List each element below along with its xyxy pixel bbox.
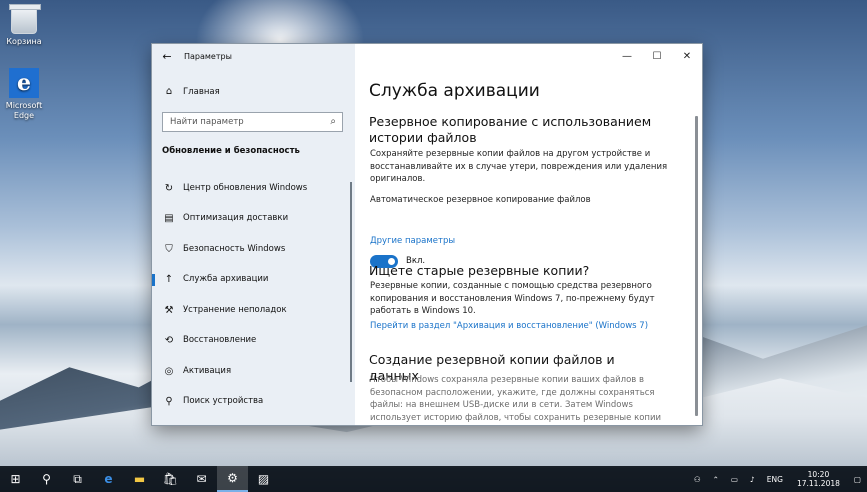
start-button[interactable]: ⊞ xyxy=(0,466,31,492)
network-icon[interactable]: ▭ xyxy=(725,475,744,484)
taskbar-edge[interactable]: e xyxy=(93,466,124,492)
store-icon: 🛍 xyxy=(162,472,179,486)
edge-icon: e xyxy=(104,472,113,486)
sync-icon: ↻ xyxy=(164,182,174,194)
close-button[interactable]: ✕ xyxy=(672,44,702,68)
more-options-link[interactable]: Другие параметры xyxy=(370,236,455,246)
notifications-icon[interactable]: ▢ xyxy=(848,475,867,484)
taskbar-settings[interactable]: ⚙ xyxy=(217,466,248,492)
search-icon: ⌕ xyxy=(330,116,336,127)
taskbar-store[interactable]: 🛍 xyxy=(155,466,186,492)
sidebar-item-backup[interactable]: ↑ Служба архивации xyxy=(152,265,355,293)
section-text-file-history: Сохраняйте резервные копии файлов на дру… xyxy=(370,149,668,184)
sidebar-item-label: Устранение неполадок xyxy=(183,305,287,315)
task-view-icon: ⧉ xyxy=(73,471,82,486)
sidebar-item-label: Активация xyxy=(183,366,232,376)
windows-start-icon: ⊞ xyxy=(10,472,21,486)
activation-icon: ◎ xyxy=(164,365,174,377)
sidebar-item-recovery[interactable]: ⟲ Восстановление xyxy=(152,326,355,354)
sidebar-item-troubleshoot[interactable]: ⚒ Устранение неполадок xyxy=(152,296,355,324)
taskbar-mail[interactable]: ✉ xyxy=(186,466,217,492)
section-text-old-backups: Резервные копии, созданные с помощью сре… xyxy=(370,281,655,316)
taskbar-photos[interactable]: ▨ xyxy=(248,466,279,492)
caption-buttons: — ☐ ✕ xyxy=(612,44,702,68)
search-placeholder: Найти параметр xyxy=(170,117,244,127)
settings-window: ← Параметры ⌂ Главная Найти параметр ⌕ О… xyxy=(152,44,702,425)
title-bar[interactable]: ← Параметры xyxy=(152,44,355,68)
volume-icon[interactable]: ♪ xyxy=(744,475,761,484)
main-scrollbar[interactable] xyxy=(695,116,698,416)
minimize-icon: — xyxy=(622,50,632,62)
desktop-icon-recycle-bin[interactable]: Корзина xyxy=(1,4,47,47)
task-view-button[interactable]: ⧉ xyxy=(62,466,93,492)
file-explorer-icon: ▬ xyxy=(133,472,146,486)
sidebar-item-label: Оптимизация доставки xyxy=(183,213,289,223)
edge-icon: e xyxy=(9,68,39,98)
taskbar-search-button[interactable]: ⚲ xyxy=(31,466,62,492)
sidebar: ← Параметры ⌂ Главная Найти параметр ⌕ О… xyxy=(152,44,355,425)
search-icon: ⚲ xyxy=(42,472,51,486)
recovery-icon: ⟲ xyxy=(164,334,174,346)
clock-date: 17.11.2018 xyxy=(796,479,840,488)
sidebar-item-activation[interactable]: ◎ Активация xyxy=(152,357,355,385)
sidebar-item-label: Центр обновления Windows xyxy=(183,183,308,193)
system-tray: ⚇ ⌃ ▭ ♪ ENG 10:20 17.11.2018 ▢ xyxy=(688,466,867,492)
nav-home[interactable]: ⌂ Главная xyxy=(162,86,220,97)
desktop-icon-label: Microsoft Edge xyxy=(5,101,43,120)
taskbar: ⊞ ⚲ ⧉ e ▬ 🛍 ✉ ⚙ ▨ ⚇ ⌃ ▭ ♪ ENG 10:20 17.1… xyxy=(0,466,867,492)
sidebar-item-label: Служба архивации xyxy=(183,274,269,284)
minimize-button[interactable]: — xyxy=(612,44,642,68)
photos-icon: ▨ xyxy=(257,472,270,486)
recycle-bin-icon xyxy=(9,4,41,34)
desktop-icon-edge[interactable]: e Microsoft Edge xyxy=(1,68,47,121)
wrench-icon: ⚒ xyxy=(164,304,174,316)
backup-icon: ↑ xyxy=(164,273,174,285)
sidebar-scrollbar[interactable] xyxy=(350,182,352,382)
back-button[interactable]: ← xyxy=(152,44,182,68)
sidebar-item-windows-update[interactable]: ↻ Центр обновления Windows xyxy=(152,174,355,202)
search-input[interactable]: Найти параметр ⌕ xyxy=(162,112,343,132)
maximize-button[interactable]: ☐ xyxy=(642,44,672,68)
taskbar-file-explorer[interactable]: ▬ xyxy=(124,466,155,492)
windows7-backup-link[interactable]: Перейти в раздел "Архивация и восстановл… xyxy=(370,321,648,331)
section-title: Обновление и безопасность xyxy=(162,146,300,156)
arrow-left-icon: ← xyxy=(162,49,172,63)
sidebar-item-delivery-optimization[interactable]: ▤ Оптимизация доставки xyxy=(152,204,355,232)
main-content: — ☐ ✕ Служба архивации Резервное копиров… xyxy=(355,44,702,425)
close-icon: ✕ xyxy=(682,50,692,62)
clock-time: 10:20 xyxy=(807,470,830,479)
sidebar-item-label: Поиск устройства xyxy=(183,396,264,406)
page-title: Служба архивации xyxy=(369,81,540,101)
sidebar-item-find-device[interactable]: ⚲ Поиск устройства xyxy=(152,387,355,415)
section-heading-old-backups: Ищете старые резервные копии? xyxy=(369,263,590,278)
maximize-icon: ☐ xyxy=(652,50,662,62)
window-title: Параметры xyxy=(184,51,232,61)
shield-icon: ⛉ xyxy=(165,243,173,255)
delivery-icon: ▤ xyxy=(164,212,174,224)
sidebar-item-label: Безопасность Windows xyxy=(183,244,286,254)
section-text-create-backup: Чтобы Windows сохраняла резервные копии … xyxy=(370,375,662,423)
find-device-icon: ⚲ xyxy=(165,395,173,407)
settings-icon: ⚙ xyxy=(227,471,238,485)
section-heading-file-history: Резервное копирование с использованием и… xyxy=(369,114,652,145)
desktop-icon-label: Корзина xyxy=(6,37,42,46)
sidebar-item-label: Восстановление xyxy=(183,335,257,345)
sidebar-item-windows-security[interactable]: ⛉ Безопасность Windows xyxy=(152,235,355,263)
chevron-up-icon[interactable]: ⌃ xyxy=(707,475,725,484)
home-icon: ⌂ xyxy=(165,86,173,97)
clock[interactable]: 10:20 17.11.2018 xyxy=(789,470,848,488)
people-icon[interactable]: ⚇ xyxy=(688,475,707,484)
language-indicator[interactable]: ENG xyxy=(761,475,789,484)
auto-backup-label: Автоматическое резервное копирование фай… xyxy=(370,195,591,205)
nav-home-label: Главная xyxy=(183,86,220,97)
mail-icon: ✉ xyxy=(196,472,207,486)
